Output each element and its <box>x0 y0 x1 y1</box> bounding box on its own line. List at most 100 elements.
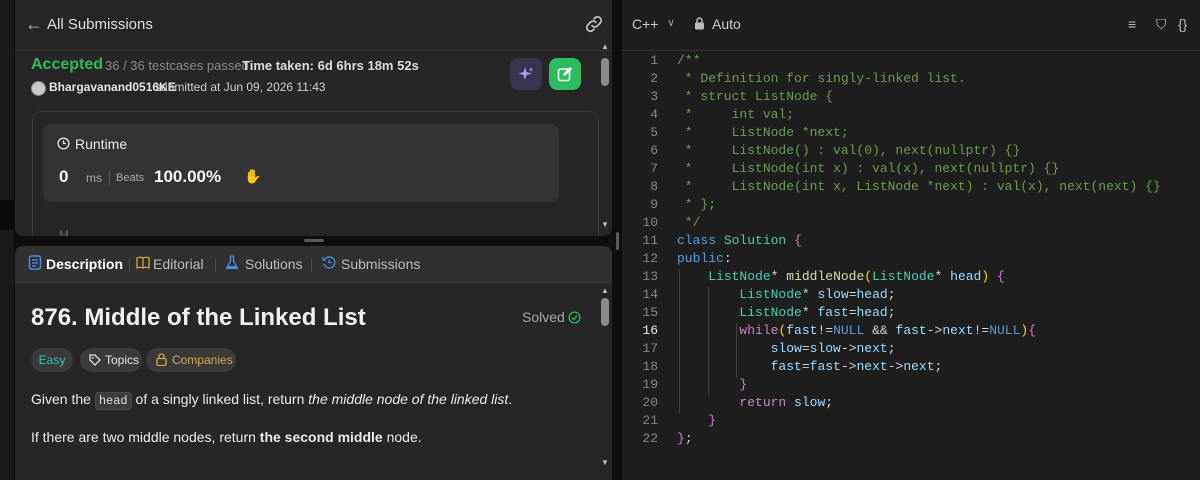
tab-solutions[interactable]: Solutions <box>245 256 303 272</box>
submission-panel: ← All Submissions Accepted 36 / 36 testc… <box>15 0 612 236</box>
line-number: 1 <box>650 53 658 68</box>
code-text: * ListNode *next; <box>677 125 849 140</box>
scroll-down-icon[interactable]: ▼ <box>601 220 609 229</box>
code-text: * Definition for singly-linked list. <box>677 71 966 86</box>
code-text: * ListNode(int x, ListNode *next) : val(… <box>677 179 1161 194</box>
all-submissions-link[interactable]: All Submissions <box>47 16 153 33</box>
code-text: ListNode* fast=head; <box>739 305 896 320</box>
memory-label: M <box>59 228 69 236</box>
line-number: 11 <box>642 233 658 248</box>
tag-icon <box>89 354 101 366</box>
tab-description[interactable]: Description <box>46 256 123 272</box>
code-line[interactable]: 2 * Definition for singly-linked list. <box>622 71 1200 89</box>
code-line[interactable]: 22}; <box>622 431 1200 449</box>
flask-icon <box>225 255 239 270</box>
scrollbar-thumb[interactable] <box>601 58 609 86</box>
left-edge-stripe <box>0 200 14 230</box>
topics-label: Topics <box>105 353 140 367</box>
topics-button[interactable]: Topics <box>80 348 142 372</box>
code-line[interactable]: 17 slow=slow->next; <box>622 341 1200 359</box>
lock-icon <box>695 17 704 30</box>
format-icon[interactable]: ≡ <box>1128 16 1136 32</box>
code-line[interactable]: 16 while(fast!=NULL && fast->next!=NULL)… <box>622 323 1200 341</box>
back-arrow-icon[interactable]: ← <box>25 14 43 35</box>
runtime-box[interactable]: Runtime 0 ms Beats 100.00% ✋ <box>43 124 559 202</box>
tab-divider <box>129 258 130 272</box>
code-text: */ <box>677 215 701 230</box>
code-text: * ListNode(int x) : val(x), next(nullptr… <box>677 161 1060 176</box>
code-line[interactable]: 6 * ListNode() : val(0), next(nullptr) {… <box>622 143 1200 161</box>
code-line[interactable]: 15 ListNode* fast=head; <box>622 305 1200 323</box>
check-circle-icon <box>568 311 581 324</box>
bookmark-icon[interactable]: ⛉ <box>1156 16 1167 33</box>
editor-header: C++ ∨ Auto ≡ ⛉ {} <box>622 0 1200 51</box>
code-text: ListNode* middleNode(ListNode* head) { <box>708 269 1005 284</box>
line-number: 13 <box>642 269 658 284</box>
line-number: 10 <box>642 215 658 230</box>
code-line[interactable]: 5 * ListNode *next; <box>622 125 1200 143</box>
chevron-down-icon[interactable]: ∨ <box>667 16 675 29</box>
scrollbar-thumb[interactable] <box>601 298 609 326</box>
avatar[interactable] <box>31 81 46 96</box>
code-line[interactable]: 4 * int val; <box>622 107 1200 125</box>
indent-guide <box>736 323 738 377</box>
code-line[interactable]: 8 * ListNode(int x, ListNode *next) : va… <box>622 179 1200 197</box>
clapping-hands-icon: ✋ <box>244 168 262 184</box>
desc-text: . <box>508 391 513 407</box>
line-number: 12 <box>642 251 658 266</box>
code-line[interactable]: 9 * }; <box>622 197 1200 215</box>
line-number: 4 <box>650 107 658 122</box>
code-line[interactable]: 20 return slow; <box>622 395 1200 413</box>
code-text: * struct ListNode { <box>677 89 834 104</box>
edit-note-button[interactable] <box>549 58 581 90</box>
code-line[interactable]: 21 } <box>622 413 1200 431</box>
description-panel: Description Editorial Solutions Submissi… <box>15 246 612 480</box>
runtime-label: Runtime <box>75 136 128 152</box>
scroll-down-icon[interactable]: ▼ <box>601 458 609 467</box>
runtime-value: 0 <box>59 167 69 186</box>
language-select[interactable]: C++ <box>632 16 658 32</box>
clock-icon <box>57 137 70 150</box>
history-icon <box>322 256 336 269</box>
braces-icon[interactable]: {} <box>1178 16 1187 32</box>
code-line[interactable]: 10 */ <box>622 215 1200 233</box>
solved-status: Solved <box>522 309 565 325</box>
code-text: } <box>739 377 748 392</box>
auto-mode-toggle[interactable]: Auto <box>712 16 741 32</box>
code-line[interactable]: 11 class Solution { <box>622 233 1200 251</box>
indent-guide <box>707 287 709 395</box>
companies-button[interactable]: Companies <box>146 348 236 372</box>
indent-guide <box>679 269 680 413</box>
horizontal-splitter[interactable] <box>304 239 324 242</box>
tab-submissions[interactable]: Submissions <box>341 256 420 272</box>
scroll-up-icon[interactable]: ▲ <box>601 42 609 51</box>
description-paragraph-2: If there are two middle nodes, return th… <box>31 429 422 445</box>
problem-title: 876. Middle of the Linked List <box>31 304 366 331</box>
scroll-up-icon[interactable]: ▲ <box>601 286 609 295</box>
code-line[interactable]: 7 * ListNode(int x) : val(x), next(nullp… <box>622 161 1200 179</box>
line-number: 21 <box>642 413 658 428</box>
line-number: 14 <box>642 287 658 302</box>
line-number: 15 <box>642 305 658 320</box>
beats-value: 100.00% <box>154 167 222 186</box>
code-line[interactable]: 13 ListNode* middleNode(ListNode* head) … <box>622 269 1200 287</box>
line-number: 18 <box>642 359 658 374</box>
code-text: ListNode* slow=head; <box>739 287 896 302</box>
vertical-splitter[interactable] <box>616 232 619 250</box>
description-icon <box>28 255 42 270</box>
tab-editorial[interactable]: Editorial <box>153 256 204 272</box>
code-text: } <box>708 413 717 428</box>
link-icon[interactable] <box>583 13 605 35</box>
code-line[interactable]: 3 * struct ListNode { <box>622 89 1200 107</box>
lock-icon <box>156 353 167 366</box>
code-line[interactable]: 18 fast=fast->next->next; <box>622 359 1200 377</box>
ai-analyze-button[interactable] <box>510 58 542 90</box>
code-line[interactable]: 1 /** <box>622 53 1200 71</box>
difficulty-badge: Easy <box>31 348 73 372</box>
line-number: 17 <box>642 341 658 356</box>
line-number: 3 <box>650 89 658 104</box>
code-line[interactable]: 12 public: <box>622 251 1200 269</box>
code-line[interactable]: 14 ListNode* slow=head; <box>622 287 1200 305</box>
code-line[interactable]: 19 } <box>622 377 1200 395</box>
submission-header: ← All Submissions <box>15 0 612 51</box>
